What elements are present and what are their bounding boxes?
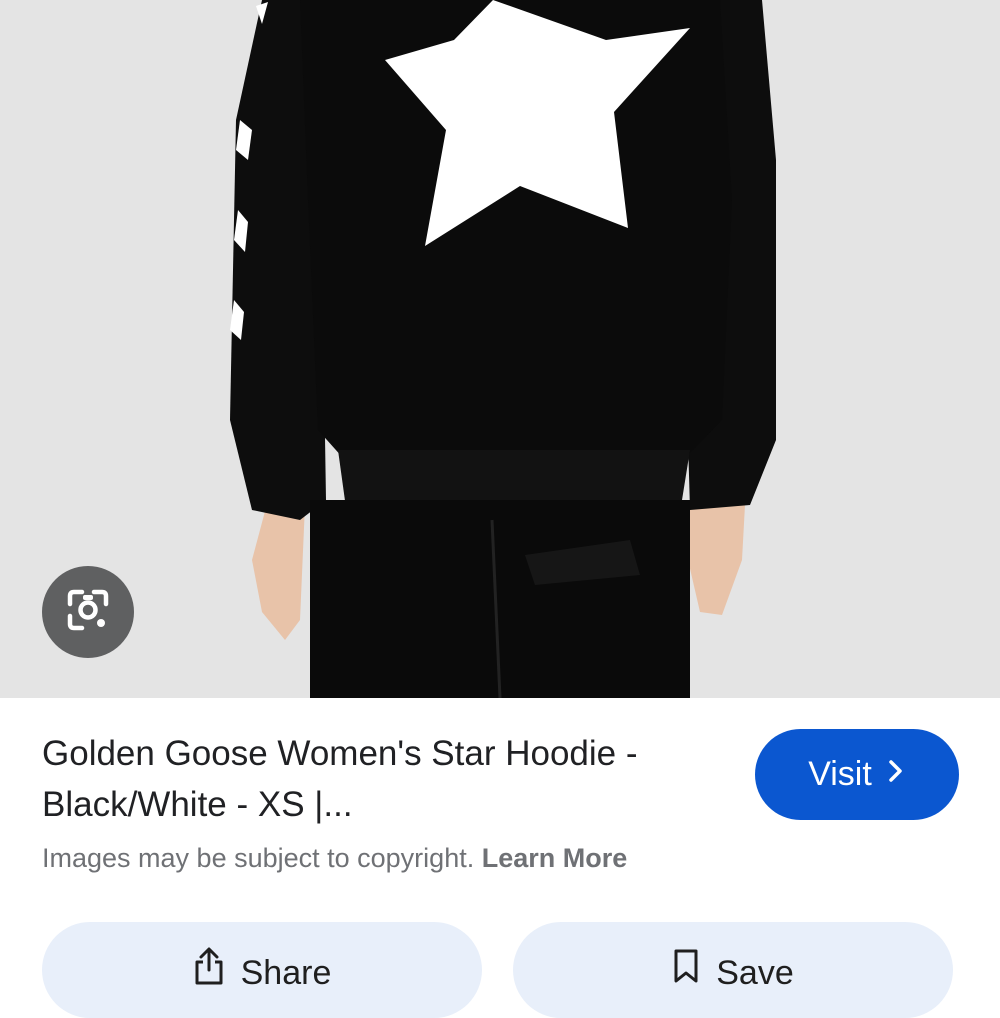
result-title[interactable]: Golden Goose Women's Star Hoodie - Black… (42, 728, 682, 830)
copyright-text: Images may be subject to copyright. (42, 843, 475, 873)
share-icon (193, 946, 225, 995)
visit-button[interactable]: Visit (755, 729, 959, 820)
google-lens-icon (64, 586, 112, 639)
save-button[interactable]: Save (513, 922, 953, 1018)
chevron-right-icon (886, 755, 906, 794)
google-lens-button[interactable] (42, 566, 134, 658)
copyright-notice: Images may be subject to copyright. Lear… (42, 843, 627, 874)
visit-label: Visit (808, 755, 872, 793)
product-image[interactable] (0, 0, 1000, 698)
share-label: Share (240, 953, 332, 992)
hoodie-photo (0, 0, 1000, 698)
share-button[interactable]: Share (42, 922, 482, 1018)
bookmark-icon (672, 948, 700, 993)
save-label: Save (716, 953, 794, 992)
learn-more-link[interactable]: Learn More (482, 843, 628, 873)
